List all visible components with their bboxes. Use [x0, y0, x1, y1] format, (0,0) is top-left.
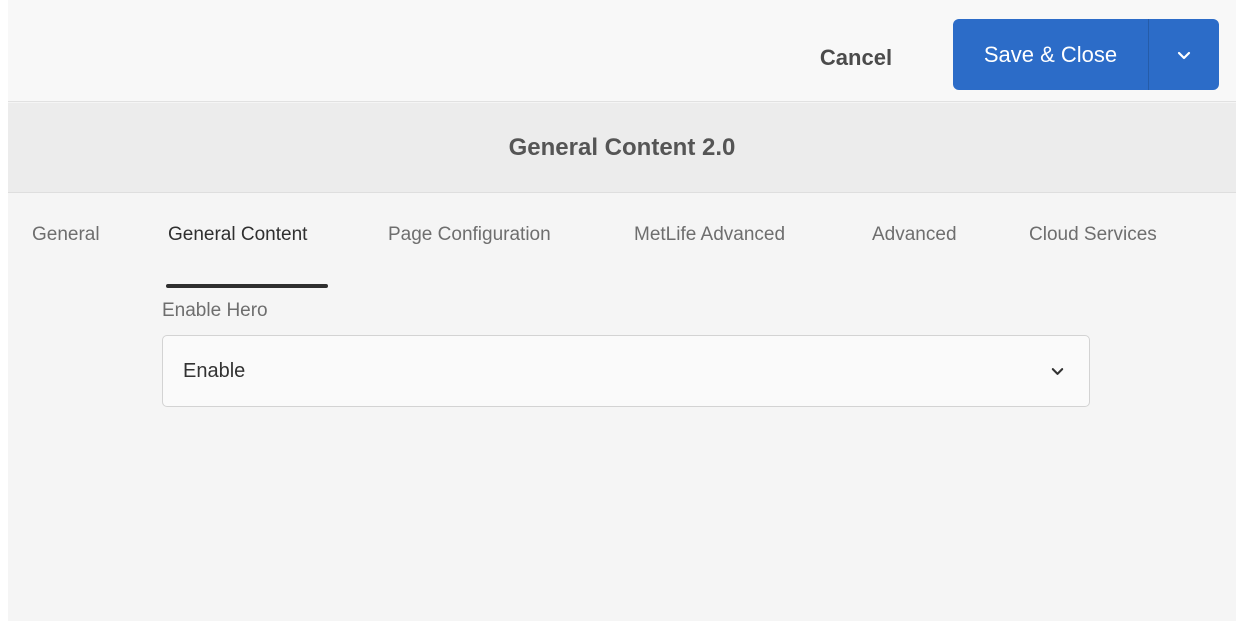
dialog: Cancel Save & Close General Content 2.0 …: [8, 0, 1236, 621]
tab-list: General General Content Page Configurati…: [8, 194, 1236, 290]
active-tab-indicator: [166, 284, 328, 288]
tab-page-configuration[interactable]: Page Configuration: [388, 224, 551, 288]
dialog-title: General Content 2.0: [508, 133, 736, 161]
save-button-group: Save & Close: [953, 19, 1219, 90]
enable-hero-select[interactable]: Enable: [162, 335, 1090, 407]
dialog-title-bar: General Content 2.0: [8, 103, 1236, 193]
chevron-down-icon: [1177, 51, 1191, 59]
tab-general[interactable]: General: [32, 224, 100, 288]
tab-cloud-services[interactable]: Cloud Services: [1029, 224, 1157, 288]
tab-general-content[interactable]: General Content: [168, 224, 307, 288]
cancel-button[interactable]: Cancel: [801, 38, 911, 78]
tab-metlife-advanced[interactable]: MetLife Advanced: [634, 224, 785, 288]
chevron-down-icon: [1051, 367, 1064, 375]
tab-advanced[interactable]: Advanced: [872, 224, 957, 288]
enable-hero-value: Enable: [183, 359, 246, 382]
enable-hero-label: Enable Hero: [162, 300, 268, 321]
save-options-button[interactable]: [1149, 19, 1219, 90]
save-close-button[interactable]: Save & Close: [953, 19, 1149, 90]
dialog-toolbar: Cancel Save & Close: [8, 0, 1236, 102]
